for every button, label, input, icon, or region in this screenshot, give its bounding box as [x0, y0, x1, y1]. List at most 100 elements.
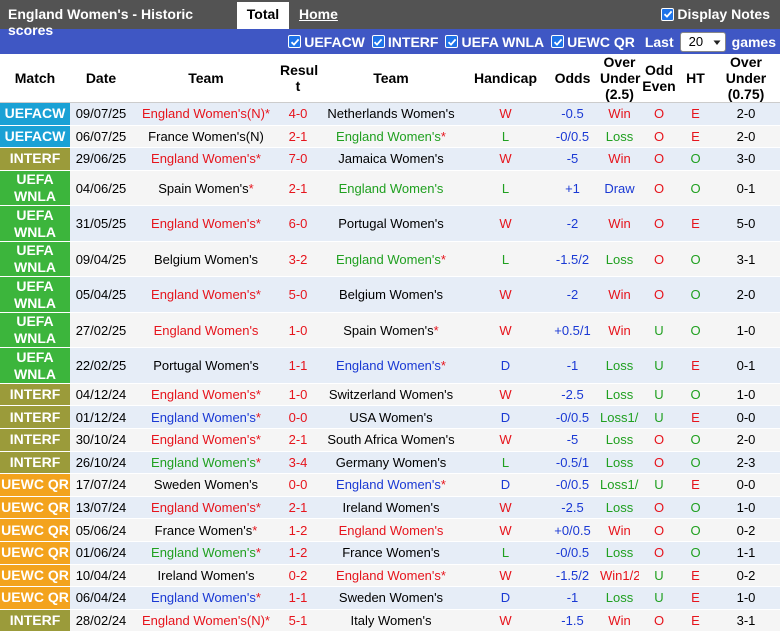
filter-uefacw[interactable]: UEFACW: [288, 34, 365, 50]
away-team-cell[interactable]: Jamaica Women's: [316, 147, 466, 171]
away-team-cell[interactable]: England Women's*: [316, 564, 466, 588]
home-team-name[interactable]: England Women's: [151, 387, 256, 402]
competition-badge[interactable]: UEFA WNLA: [0, 312, 70, 349]
away-team-name[interactable]: England Women's: [339, 181, 444, 196]
filter-uewc-qr[interactable]: UEWC QR: [551, 34, 635, 50]
home-team-cell[interactable]: England Women's*: [132, 451, 280, 475]
away-team-name[interactable]: Jamaica Women's: [338, 151, 444, 166]
checkbox-checked-icon[interactable]: [371, 35, 385, 48]
competition-badge[interactable]: INTERF: [0, 609, 70, 631]
away-team-cell[interactable]: Italy Women's: [316, 609, 466, 631]
away-team-cell[interactable]: South Africa Women's: [316, 428, 466, 452]
competition-badge[interactable]: INTERF: [0, 405, 70, 429]
checkbox-checked-icon[interactable]: [288, 35, 302, 48]
tab-home[interactable]: Home: [289, 0, 338, 29]
competition-badge[interactable]: UEFA WNLA: [0, 241, 70, 278]
away-team-name[interactable]: Sweden Women's: [339, 590, 443, 605]
competition-badge[interactable]: INTERF: [0, 451, 70, 475]
competition-badge[interactable]: UEWC QR: [0, 496, 70, 520]
home-team-name[interactable]: England Women's: [151, 432, 256, 447]
away-team-cell[interactable]: England Women's*: [316, 347, 466, 384]
away-team-name[interactable]: England Women's: [336, 252, 441, 267]
home-team-cell[interactable]: England Women's(N)*: [132, 609, 280, 631]
games-count-select[interactable]: 20: [679, 31, 726, 52]
away-team-name[interactable]: Italy Women's: [351, 613, 432, 628]
away-team-name[interactable]: Netherlands Women's: [327, 106, 454, 121]
away-team-name[interactable]: Switzerland Women's: [329, 387, 453, 402]
home-team-name[interactable]: England Women's: [151, 410, 256, 425]
home-team-name[interactable]: England Women's: [151, 287, 256, 302]
away-team-cell[interactable]: England Women's*: [316, 125, 466, 149]
match-score[interactable]: 3-2: [280, 241, 316, 278]
away-team-cell[interactable]: England Women's*: [316, 473, 466, 497]
away-team-name[interactable]: England Women's: [336, 358, 441, 373]
match-score[interactable]: 3-4: [280, 451, 316, 475]
away-team-cell[interactable]: England Women's: [316, 170, 466, 207]
away-team-cell[interactable]: Sweden Women's: [316, 586, 466, 610]
home-team-name[interactable]: Portugal Women's: [153, 358, 259, 373]
away-team-cell[interactable]: Portugal Women's: [316, 205, 466, 242]
away-team-cell[interactable]: Ireland Women's: [316, 496, 466, 520]
home-team-name[interactable]: England Women's: [151, 216, 256, 231]
match-score[interactable]: 5-1: [280, 609, 316, 631]
home-team-name[interactable]: England Women's: [154, 323, 259, 338]
home-team-cell[interactable]: England Women's*: [132, 541, 280, 565]
competition-badge[interactable]: UEWC QR: [0, 518, 70, 542]
home-team-name[interactable]: Ireland Women's: [158, 568, 255, 583]
away-team-name[interactable]: Belgium Women's: [339, 287, 443, 302]
away-team-cell[interactable]: France Women's: [316, 541, 466, 565]
home-team-cell[interactable]: England Women's*: [132, 147, 280, 171]
away-team-name[interactable]: Portugal Women's: [338, 216, 444, 231]
home-team-cell[interactable]: Belgium Women's: [132, 241, 280, 278]
home-team-cell[interactable]: England Women's: [132, 312, 280, 349]
filter-interf[interactable]: INTERF: [371, 34, 438, 50]
match-score[interactable]: 0-0: [280, 405, 316, 429]
home-team-cell[interactable]: England Women's(N)*: [132, 102, 280, 126]
away-team-cell[interactable]: Germany Women's: [316, 451, 466, 475]
home-team-name[interactable]: England Women's: [151, 590, 256, 605]
match-score[interactable]: 0-0: [280, 473, 316, 497]
match-score[interactable]: 2-1: [280, 428, 316, 452]
home-team-name[interactable]: Sweden Women's: [154, 477, 258, 492]
away-team-name[interactable]: England Women's: [336, 477, 441, 492]
home-team-cell[interactable]: France Women's(N): [132, 125, 280, 149]
match-score[interactable]: 1-2: [280, 518, 316, 542]
home-team-cell[interactable]: England Women's*: [132, 496, 280, 520]
competition-badge[interactable]: UEWC QR: [0, 541, 70, 565]
match-score[interactable]: 1-0: [280, 312, 316, 349]
match-score[interactable]: 2-1: [280, 125, 316, 149]
away-team-name[interactable]: South Africa Women's: [327, 432, 454, 447]
home-team-name[interactable]: Spain Women's: [158, 181, 248, 196]
home-team-cell[interactable]: Spain Women's*: [132, 170, 280, 207]
match-score[interactable]: 0-2: [280, 564, 316, 588]
checkbox-checked-icon[interactable]: [661, 7, 675, 21]
home-team-cell[interactable]: Portugal Women's: [132, 347, 280, 384]
checkbox-checked-icon[interactable]: [551, 35, 565, 48]
home-team-cell[interactable]: England Women's*: [132, 276, 280, 313]
competition-badge[interactable]: UEFA WNLA: [0, 205, 70, 242]
home-team-name[interactable]: England Women's: [151, 545, 256, 560]
home-team-name[interactable]: England Women's: [151, 151, 256, 166]
home-team-name[interactable]: England Women's(N): [142, 613, 265, 628]
home-team-cell[interactable]: England Women's*: [132, 205, 280, 242]
home-team-cell[interactable]: England Women's*: [132, 405, 280, 429]
home-team-name[interactable]: England Women's: [151, 500, 256, 515]
filter-uefa-wnla[interactable]: UEFA WNLA: [445, 34, 544, 50]
tab-total[interactable]: Total: [237, 2, 289, 29]
competition-badge[interactable]: UEFA WNLA: [0, 347, 70, 384]
competition-badge[interactable]: UEWC QR: [0, 586, 70, 610]
away-team-cell[interactable]: Belgium Women's: [316, 276, 466, 313]
away-team-cell[interactable]: Netherlands Women's: [316, 102, 466, 126]
competition-badge[interactable]: INTERF: [0, 428, 70, 452]
away-team-cell[interactable]: England Women's: [316, 518, 466, 542]
home-team-cell[interactable]: France Women's*: [132, 518, 280, 542]
home-team-name[interactable]: Belgium Women's: [154, 252, 258, 267]
competition-badge[interactable]: UEFA WNLA: [0, 170, 70, 207]
away-team-cell[interactable]: England Women's*: [316, 241, 466, 278]
match-score[interactable]: 4-0: [280, 102, 316, 126]
competition-badge[interactable]: UEFA WNLA: [0, 276, 70, 313]
home-team-name[interactable]: France Women's: [155, 523, 253, 538]
match-score[interactable]: 1-1: [280, 347, 316, 384]
match-score[interactable]: 5-0: [280, 276, 316, 313]
away-team-name[interactable]: Germany Women's: [336, 455, 447, 470]
